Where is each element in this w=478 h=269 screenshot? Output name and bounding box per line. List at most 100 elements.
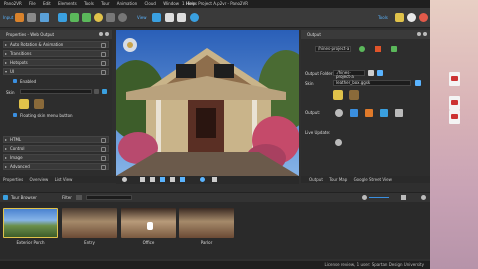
left-bottom-tabs: Properties Overview List View [0,176,116,183]
enabled-checkbox[interactable] [13,79,17,83]
hotspot-tool-icon[interactable] [200,177,205,182]
panel-collapse-icon[interactable] [99,32,103,36]
sound-icon[interactable] [118,13,127,22]
desktop-file-2[interactable] [434,96,474,111]
skin-folder-icon[interactable] [34,99,44,109]
section-auto-rotation[interactable]: Auto Rotation & Animation [3,41,109,48]
skin-dropdown-icon[interactable] [94,89,99,94]
zoom-icon[interactable] [140,177,145,182]
menu-animation[interactable]: Animation [117,1,137,6]
viewer-toolbar [116,176,299,184]
record-icon[interactable] [419,13,428,22]
live-update-icon[interactable] [335,139,342,146]
media-icon[interactable] [106,13,115,22]
tab-tour-map[interactable]: Tour Map [329,177,347,182]
output-type-html5-icon[interactable] [335,109,343,117]
output-folder-field[interactable]: ./hines-project-a [333,70,365,79]
zoom-out-icon[interactable] [362,195,367,200]
skin-edit-icon[interactable] [102,89,107,94]
output-skin-folder-icon[interactable] [349,90,359,100]
menu-window[interactable]: Window [163,1,179,6]
output-close-icon[interactable] [423,32,427,36]
output-type-package-icon[interactable] [365,109,373,117]
filter-input[interactable] [86,195,132,200]
tour-browser-header: Tour Browser Filter [0,192,430,202]
globe-icon[interactable] [190,13,199,22]
thumbnail-exterior-porch[interactable] [3,208,58,238]
thumbnail-size-slider[interactable] [369,197,389,198]
panorama-icon[interactable] [40,13,49,22]
compass-icon[interactable] [122,177,127,182]
output-type-vr-icon[interactable] [380,109,388,117]
thumbnail-office[interactable] [121,208,176,238]
section-html[interactable]: HTML [3,136,109,143]
section-ui[interactable]: UI [3,68,109,75]
section-advanced[interactable]: Advanced [3,163,109,170]
filter-icon[interactable] [76,195,82,200]
tab-overview[interactable]: Overview [30,177,49,182]
thumbnail-parlor[interactable] [179,208,234,238]
fov-icon[interactable] [180,177,185,182]
import-icon[interactable] [15,13,24,22]
input-label: Input [3,15,14,20]
menu-cloud[interactable]: Cloud [144,1,155,6]
tour-browser-label: Tour Browser [11,195,37,200]
tab-google-street-view[interactable]: Google Street View [354,177,392,182]
cloud-icon[interactable] [407,13,416,22]
grid-icon[interactable] [170,177,175,182]
hotspot-icon[interactable] [82,13,91,22]
thumbnail-entry[interactable] [62,208,117,238]
preview-icon[interactable] [152,13,161,22]
desktop-file-3[interactable] [434,110,474,125]
desktop-file-1[interactable] [434,72,474,87]
page-icon[interactable] [177,13,186,22]
menu-file[interactable]: File [29,1,36,6]
menu-tools[interactable]: Tools [84,1,94,6]
star-icon[interactable] [94,13,103,22]
open-folder-icon[interactable] [377,70,383,76]
output-skin-star-icon[interactable] [333,90,343,100]
tab-list-view[interactable]: List View [55,177,73,182]
menu-elements[interactable]: Elements [58,1,77,6]
output-title: Output [307,32,321,37]
properties-header: Properties - Web Output [0,30,112,39]
output-skin-edit-icon[interactable] [415,80,421,86]
skin-editor-star-icon[interactable] [19,99,29,109]
preset-select[interactable]: /hines-project-a [315,46,351,52]
image-icon[interactable] [27,13,36,22]
add-output-icon[interactable] [359,46,365,52]
skin-select[interactable] [20,89,92,94]
output-type-video-icon[interactable] [395,109,403,117]
menu-pano2vr[interactable]: Pano2VR [4,1,22,6]
skin-editor-icon[interactable] [395,13,404,22]
section-transitions[interactable]: Transitions [3,50,109,57]
tab-output[interactable]: Output [309,177,323,182]
output-type-display-icon[interactable] [350,109,358,117]
section-hotspots[interactable]: Hotspots [3,59,109,66]
menu-edit[interactable]: Edit [43,1,51,6]
polygon-tool-icon[interactable] [212,177,217,182]
section-control[interactable]: Control [3,145,109,152]
menu-tour[interactable]: Tour [101,1,109,6]
move-icon[interactable] [150,177,155,182]
grid-view-icon[interactable] [401,195,406,200]
panel-close-icon[interactable] [105,32,109,36]
floating-checkbox[interactable] [13,113,17,117]
menu-help[interactable]: Help [186,1,195,6]
delete-output-icon[interactable] [375,46,381,52]
tour-browser-icon [3,195,8,200]
generate-output-icon[interactable] [391,46,397,52]
floating-label: Floating skin menu button [20,113,73,118]
projection-icon[interactable] [160,177,165,182]
browser-icon[interactable] [165,13,174,22]
tab-properties[interactable]: Properties [3,177,23,182]
tour-browser-close-icon[interactable] [421,195,426,200]
panorama-viewer[interactable] [116,30,299,176]
output-collapse-icon[interactable] [417,32,421,36]
title-bar: 1 Hines Project A.p2vr - Pano2VR Pano2VR… [0,0,430,8]
folder-browse-icon[interactable] [368,70,374,76]
section-image[interactable]: Image [3,154,109,161]
display-icon[interactable] [58,13,67,22]
tour-icon[interactable] [70,13,79,22]
output-skin-select[interactable]: leather_box.ggsk [333,80,411,86]
